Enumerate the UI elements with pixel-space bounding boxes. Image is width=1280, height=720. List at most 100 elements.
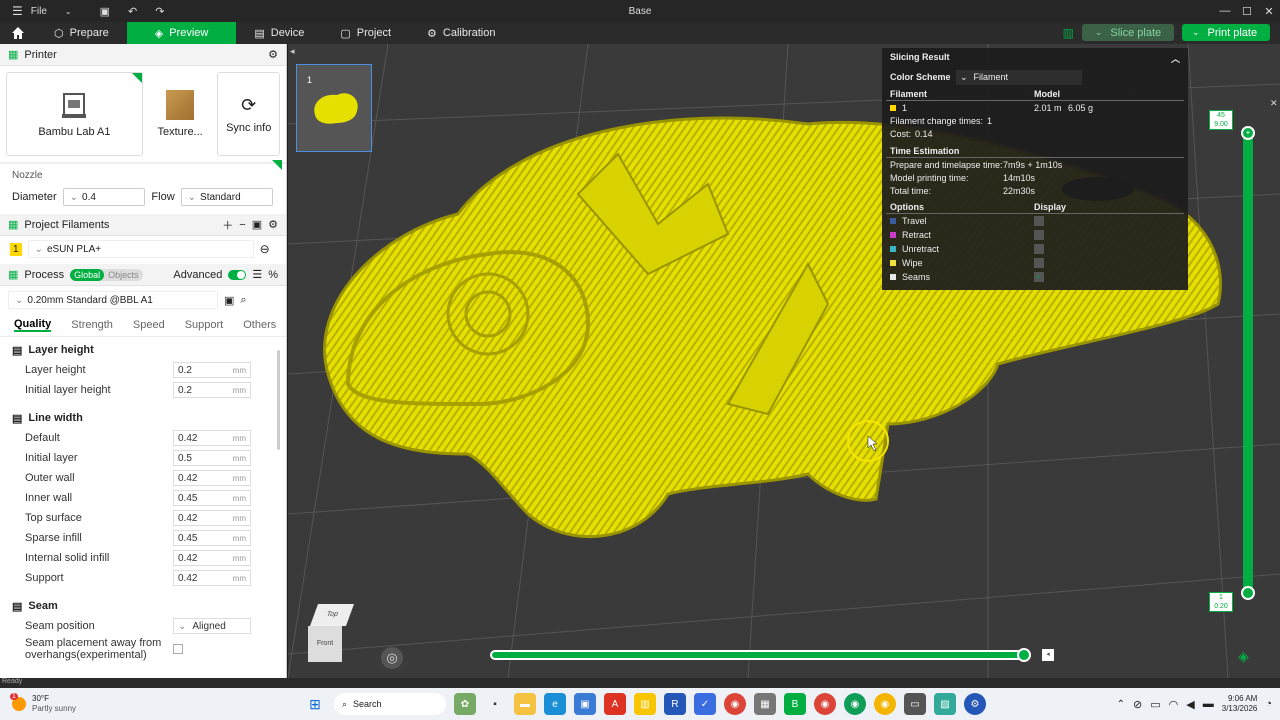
network-off-icon[interactable]: ⊘ — [1133, 698, 1142, 711]
gear-icon[interactable]: ⚙ — [268, 218, 278, 231]
printer-card[interactable]: Bambu Lab A1 — [6, 72, 143, 156]
sidebar-scrollbar[interactable] — [277, 350, 280, 450]
collapse-icon[interactable]: ◂ — [290, 46, 295, 57]
diameter-select[interactable]: ⌄ 0.4 — [62, 188, 146, 206]
display-checkbox-checked[interactable]: ✓ — [1034, 272, 1044, 282]
file-explorer-icon[interactable]: ▬ — [514, 693, 536, 715]
calculator-icon[interactable]: ▦ — [754, 693, 776, 715]
side-close-icon[interactable]: ✕ — [1270, 98, 1278, 109]
chrome-icon[interactable]: ◉ — [814, 693, 836, 715]
slider-bottom-handle[interactable] — [1241, 586, 1255, 600]
redo-icon[interactable]: ↷ — [155, 5, 164, 18]
seam-position-select[interactable]: ⌄ Aligned — [173, 618, 251, 634]
maximize-icon[interactable]: ☐ — [1236, 0, 1258, 22]
move-slider-handle[interactable] — [1017, 648, 1031, 662]
undo-icon[interactable]: ↶ — [128, 5, 137, 18]
print-plate-button[interactable]: ⌄ Print plate — [1182, 24, 1270, 41]
chrome-icon[interactable]: ◉ — [724, 693, 746, 715]
objects-toggle[interactable]: Objects — [104, 269, 143, 281]
chrome-icon[interactable]: ◉ — [844, 693, 866, 715]
tab-preview[interactable]: ◈ Preview — [126, 22, 237, 44]
terminal-icon[interactable]: ▭ — [904, 693, 926, 715]
move-slider[interactable] — [490, 648, 1031, 662]
tab-project[interactable]: ▢ Project — [322, 22, 409, 44]
param-input[interactable]: 0.2 mm — [173, 362, 251, 378]
param-input[interactable]: 0.45 mm — [173, 530, 251, 546]
tab-calibration[interactable]: ⚙ Calibration — [409, 22, 513, 44]
photos-icon[interactable]: ▨ — [934, 693, 956, 715]
menu-icon[interactable]: ☰ — [12, 4, 23, 18]
view-cube[interactable]: Top Front — [304, 604, 356, 668]
home-icon[interactable] — [0, 22, 36, 44]
move-slider-end-icon[interactable]: ◂ — [1042, 649, 1054, 661]
param-input[interactable]: 0.2 mm — [173, 382, 251, 398]
display-checkbox[interactable] — [1034, 230, 1044, 240]
edge-icon[interactable]: e — [544, 693, 566, 715]
plate-thumbnail[interactable]: 1 — [296, 64, 372, 152]
notes-icon[interactable]: ▥ — [634, 693, 656, 715]
taskbar-search[interactable]: ⌕ Search — [334, 693, 446, 715]
slider-top-handle[interactable]: + — [1241, 126, 1255, 140]
file-menu[interactable]: File — [31, 6, 47, 17]
volume-icon[interactable]: ◀ — [1186, 698, 1194, 711]
display-icon[interactable]: ▭ — [1150, 698, 1160, 711]
tab-speed[interactable]: Speed — [133, 319, 165, 331]
param-input[interactable]: 0.42 mm — [173, 510, 251, 526]
orient-view-icon[interactable]: ◎ — [381, 647, 403, 669]
tab-support[interactable]: Support — [185, 319, 224, 331]
layer-slider[interactable]: + — [1241, 126, 1255, 600]
tab-prepare[interactable]: ⬡ Prepare — [36, 22, 127, 44]
seam-placement-checkbox[interactable] — [173, 644, 183, 654]
param-input[interactable]: 0.42 mm — [173, 470, 251, 486]
filament-index-badge[interactable]: 1 — [10, 242, 22, 256]
param-input[interactable]: 0.45 mm — [173, 490, 251, 506]
notification-icon[interactable]: ◔ — [1265, 698, 1272, 710]
list-icon[interactable]: ☰ — [252, 268, 262, 281]
tab-others[interactable]: Others — [243, 319, 276, 331]
reader-icon[interactable]: R — [664, 693, 686, 715]
slice-plate-button[interactable]: ⌄ Slice plate — [1082, 24, 1174, 41]
param-input[interactable]: 0.42 mm — [173, 430, 251, 446]
preset-select[interactable]: ⌄ 0.20mm Standard @BBL A1 — [8, 291, 218, 309]
display-checkbox[interactable] — [1034, 258, 1044, 268]
plate-card[interactable]: Texture... — [151, 72, 210, 156]
color-scheme-select[interactable]: ⌄ Filament — [956, 69, 1082, 85]
percent-icon[interactable]: % — [268, 269, 278, 281]
remove-icon[interactable]: − — [239, 219, 245, 231]
param-input[interactable]: 0.42 mm — [173, 570, 251, 586]
display-checkbox[interactable] — [1034, 244, 1044, 254]
collapse-up-icon[interactable]: ︿ — [1171, 52, 1180, 65]
wifi-icon[interactable]: ◠ — [1169, 698, 1179, 711]
advanced-switch[interactable] — [228, 269, 247, 280]
preview-viewport[interactable]: ◂ 1 Slicing Result ︿ Color Scheme ⌄ Filame… — [288, 44, 1280, 678]
layers-icon[interactable]: ◈ — [1238, 648, 1249, 665]
scope-toggle[interactable]: Global Objects — [70, 268, 143, 281]
param-input[interactable]: 0.42 mm — [173, 550, 251, 566]
chevron-up-icon[interactable]: ⌃ — [1117, 699, 1125, 710]
param-input[interactable]: 0.5 mm — [173, 450, 251, 466]
settings-app-icon[interactable]: ⚙ — [964, 693, 986, 715]
task-view-icon[interactable]: ▪ — [484, 693, 506, 715]
panel-toggle-icon[interactable]: ▥ — [1063, 26, 1074, 40]
weather-widget[interactable]: 1 30°F Partly sunny — [0, 693, 200, 714]
view-cube-top[interactable]: Top — [309, 604, 355, 626]
save-icon[interactable]: ▣ — [100, 5, 110, 18]
vector-icon[interactable]: ✓ — [694, 693, 716, 715]
add-icon[interactable]: ＋ — [222, 217, 233, 233]
widgets-icon[interactable]: ✿ — [454, 693, 476, 715]
gear-icon[interactable]: ⚙ — [268, 48, 278, 61]
display-checkbox[interactable] — [1034, 216, 1044, 226]
start-icon[interactable]: ⊞ — [304, 693, 326, 715]
minimize-icon[interactable]: — — [1214, 0, 1236, 22]
remove-circle-icon[interactable]: ⊖ — [260, 242, 270, 256]
filament-select[interactable]: ⌄ eSUN PLA+ — [27, 240, 254, 258]
chevron-down-icon[interactable]: ⌄ — [65, 7, 72, 16]
tab-strength[interactable]: Strength — [71, 319, 113, 331]
search-icon[interactable]: ⌕ — [240, 294, 246, 307]
chrome-icon[interactable]: ◉ — [874, 693, 896, 715]
flow-select[interactable]: ⌄ Standard — [180, 188, 273, 206]
save-preset-icon[interactable]: ▣ — [224, 294, 234, 307]
bambu-studio-icon[interactable]: B — [784, 693, 806, 715]
tab-quality[interactable]: Quality — [14, 318, 52, 332]
view-cube-front[interactable]: Front — [308, 626, 342, 662]
